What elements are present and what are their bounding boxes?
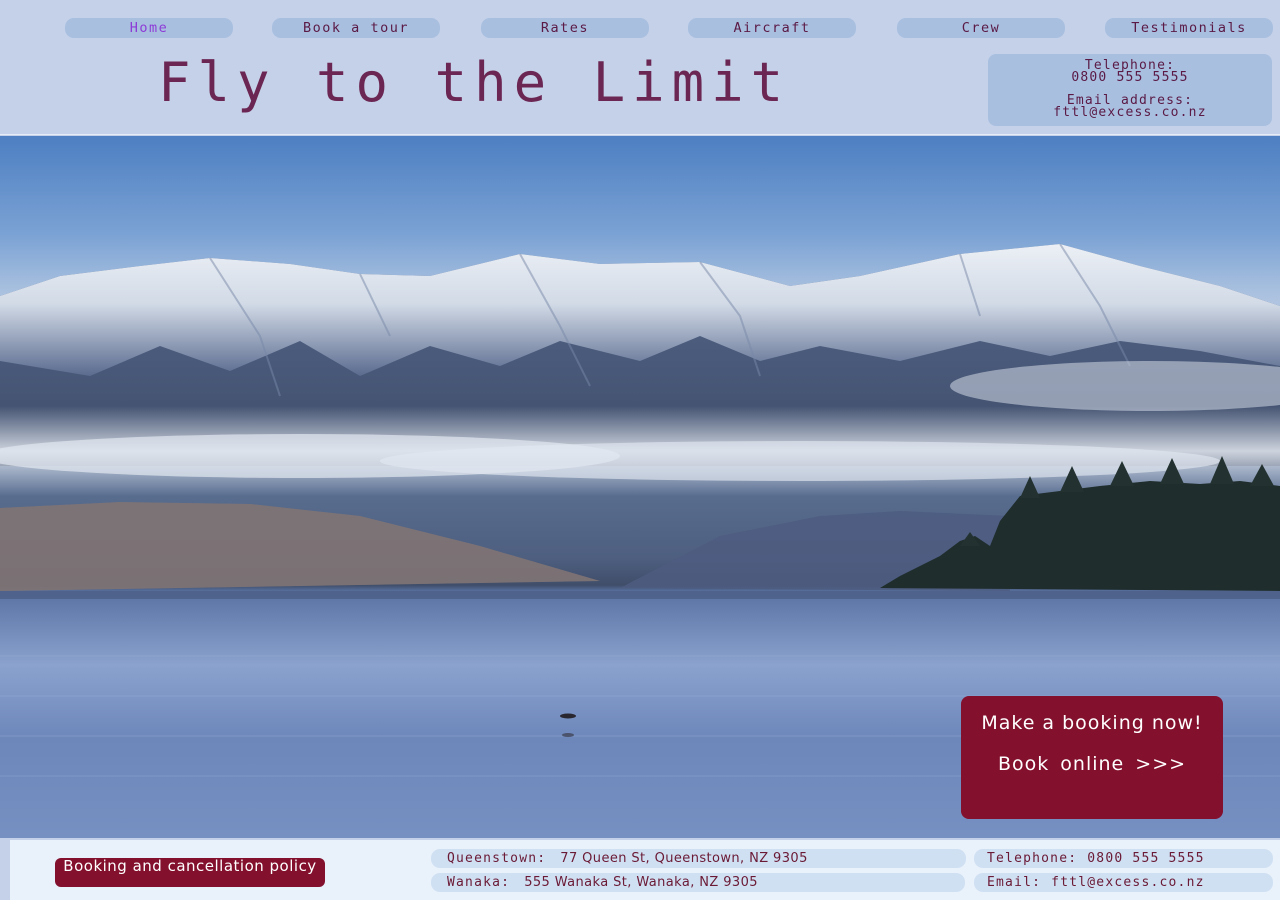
nav-aircraft[interactable]: Aircraft [688,18,856,38]
footer-phone[interactable]: Telephone: 0800 555 5555 [974,849,1273,868]
queenstown-address-text: 77 Queen St, Queenstown, NZ 9305 [560,851,808,866]
nav-rates[interactable]: Rates [481,18,649,38]
booking-cta-headline: Make a booking now! [981,712,1203,734]
footer-email-label: Email: [987,875,1042,890]
hero-image: Make a booking now! Book online >>> [0,136,1280,838]
footer-phone-label: Telephone: [987,851,1078,866]
header-contact-box: Telephone: 0800 555 5555 Email address: … [988,54,1272,126]
queenstown-label: Queenstown: [447,851,547,866]
nav-book-a-tour[interactable]: Book a tour [272,18,440,38]
site-header: Home Book a tour Rates Aircraft Crew Tes… [0,0,1280,135]
nav-crew[interactable]: Crew [897,18,1065,38]
phone-number[interactable]: 0800 555 5555 [988,71,1272,84]
footer-email[interactable]: Email: fttl@excess.co.nz [974,873,1273,892]
wanaka-label: Wanaka: [447,875,511,890]
booking-policy-button[interactable]: Booking and cancellation policy [55,858,325,887]
make-booking-button[interactable]: Make a booking now! Book online >>> [961,696,1223,819]
nav-home[interactable]: Home [65,18,233,38]
email-address[interactable]: fttl@excess.co.nz [988,106,1272,119]
site-title: Fly to the Limit [158,51,791,114]
queenstown-address: Queenstown: 77 Queen St, Queenstown, NZ … [431,849,966,868]
wanaka-address: Wanaka: 555 Wanaka St, Wanaka, NZ 9305 [431,873,965,892]
footer-phone-number[interactable]: 0800 555 5555 [1087,851,1204,866]
nav-testimonials[interactable]: Testimonials [1105,18,1273,38]
footer-email-address[interactable]: fttl@excess.co.nz [1051,875,1204,890]
wanaka-address-text: 555 Wanaka St, Wanaka, NZ 9305 [524,875,758,890]
book-online-link[interactable]: Book online >>> [961,754,1223,775]
